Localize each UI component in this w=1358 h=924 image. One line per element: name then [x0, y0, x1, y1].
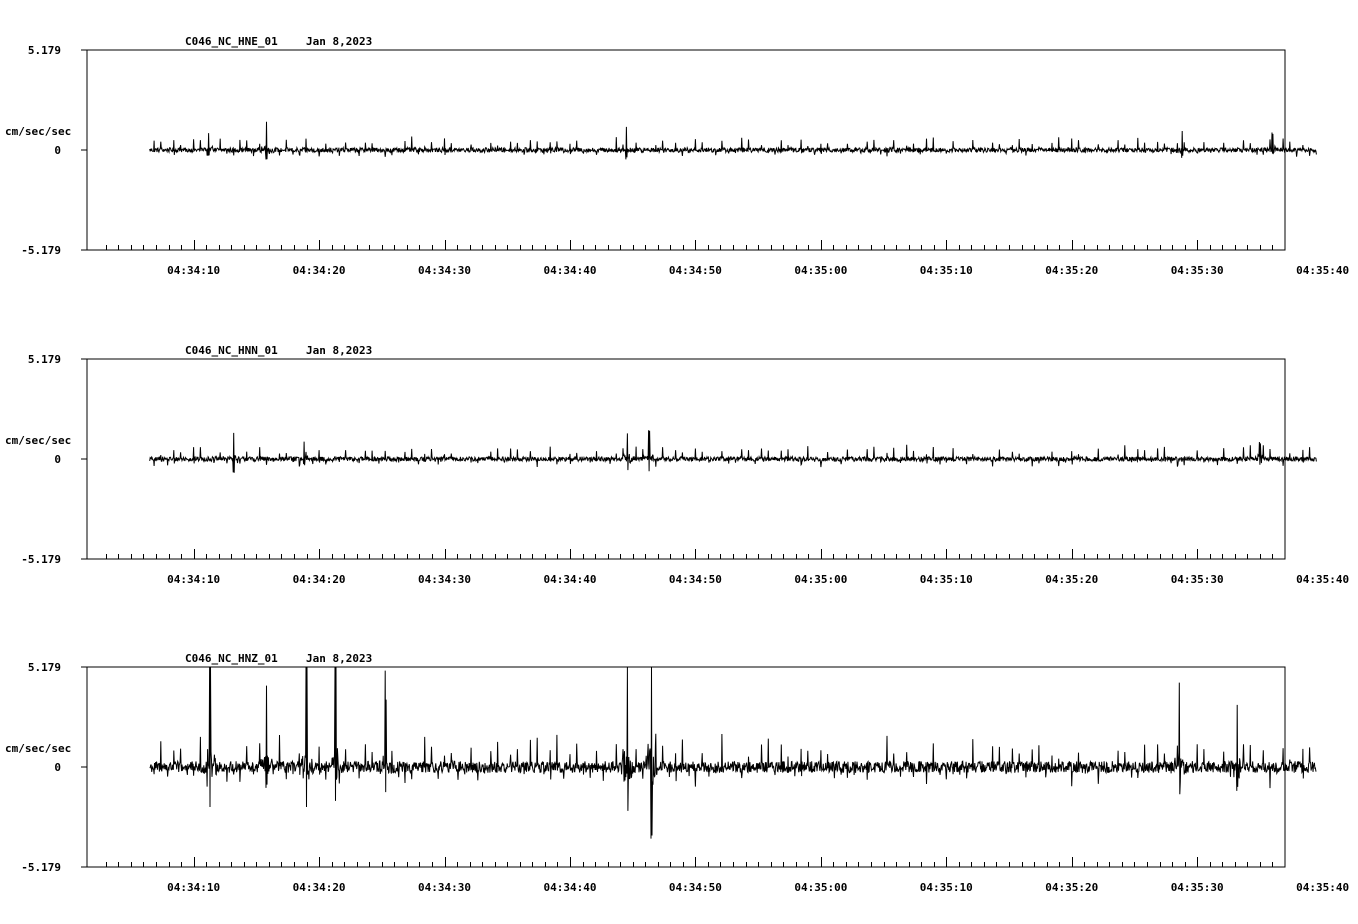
y-tick-label-zero: 0	[54, 144, 61, 157]
panel-2: 5.179 0 -5.179 cm/sec/sec C046_NC_HNN_01 Jan …	[5, 344, 1349, 586]
x-tick-label: 04:34:10	[167, 573, 220, 586]
x-tick-label: 04:35:10	[920, 573, 973, 586]
y-axis-label: cm/sec/sec	[5, 125, 71, 138]
y-tick-label-zero: 0	[54, 453, 61, 466]
x-tick-label: 04:34:50	[669, 573, 722, 586]
x-tick-label: 04:35:00	[794, 264, 847, 277]
x-tick-label: 04:35:20	[1045, 264, 1098, 277]
y-axis-label: cm/sec/sec	[5, 742, 71, 755]
x-tick-label: 04:34:50	[669, 264, 722, 277]
x-tick-label: 04:35:40	[1296, 264, 1349, 277]
x-tick-label: 04:35:10	[920, 264, 973, 277]
panel-1: 5.179 0 -5.179 cm/sec/sec C046_NC_HNE_01 Jan …	[5, 35, 1349, 277]
y-tick-label-min: -5.179	[21, 861, 61, 874]
x-tick-label: 04:34:30	[418, 264, 471, 277]
date-label: Jan 8,2023	[306, 344, 372, 357]
y-tick-label-min: -5.179	[21, 553, 61, 566]
x-tick-label: 04:35:30	[1171, 264, 1224, 277]
seismogram-figure: 5.179 0 -5.179 cm/sec/sec C046_NC_HNE_01 Jan …	[0, 0, 1358, 924]
x-tick-label: 04:34:10	[167, 881, 220, 894]
x-tick-label: 04:35:00	[794, 881, 847, 894]
station-label: C046_NC_HNZ_01	[185, 652, 278, 665]
y-tick-label-zero: 0	[54, 761, 61, 774]
station-label: C046_NC_HNE_01	[185, 35, 278, 48]
x-tick-label: 04:34:50	[669, 881, 722, 894]
x-tick-label: 04:35:10	[920, 881, 973, 894]
x-tick-label: 04:35:30	[1171, 573, 1224, 586]
x-tick-label: 04:35:00	[794, 573, 847, 586]
x-tick-label: 04:34:20	[293, 264, 346, 277]
y-tick-label-max: 5.179	[28, 44, 61, 57]
y-tick-label-max: 5.179	[28, 353, 61, 366]
date-label: Jan 8,2023	[306, 35, 372, 48]
panel-3: 5.179 0 -5.179 cm/sec/sec C046_NC_HNZ_01 Jan …	[5, 652, 1349, 894]
x-tick-label: 04:35:40	[1296, 573, 1349, 586]
x-tick-label: 04:34:40	[543, 573, 596, 586]
waveform-trace	[150, 122, 1317, 160]
station-label: C046_NC_HNN_01	[185, 344, 278, 357]
x-tick-label: 04:35:20	[1045, 573, 1098, 586]
x-tick-label: 04:34:20	[293, 573, 346, 586]
y-axis-label: cm/sec/sec	[5, 434, 71, 447]
x-tick-label: 04:34:10	[167, 264, 220, 277]
x-tick-label: 04:34:20	[293, 881, 346, 894]
waveform-trace	[150, 430, 1317, 472]
x-tick-label: 04:34:40	[543, 881, 596, 894]
y-tick-label-min: -5.179	[21, 244, 61, 257]
waveform-trace	[150, 667, 1317, 839]
x-tick-label: 04:34:40	[543, 264, 596, 277]
y-tick-label-max: 5.179	[28, 661, 61, 674]
x-tick-label: 04:34:30	[418, 881, 471, 894]
x-tick-label: 04:34:30	[418, 573, 471, 586]
date-label: Jan 8,2023	[306, 652, 372, 665]
x-tick-label: 04:35:40	[1296, 881, 1349, 894]
x-tick-label: 04:35:30	[1171, 881, 1224, 894]
x-tick-label: 04:35:20	[1045, 881, 1098, 894]
